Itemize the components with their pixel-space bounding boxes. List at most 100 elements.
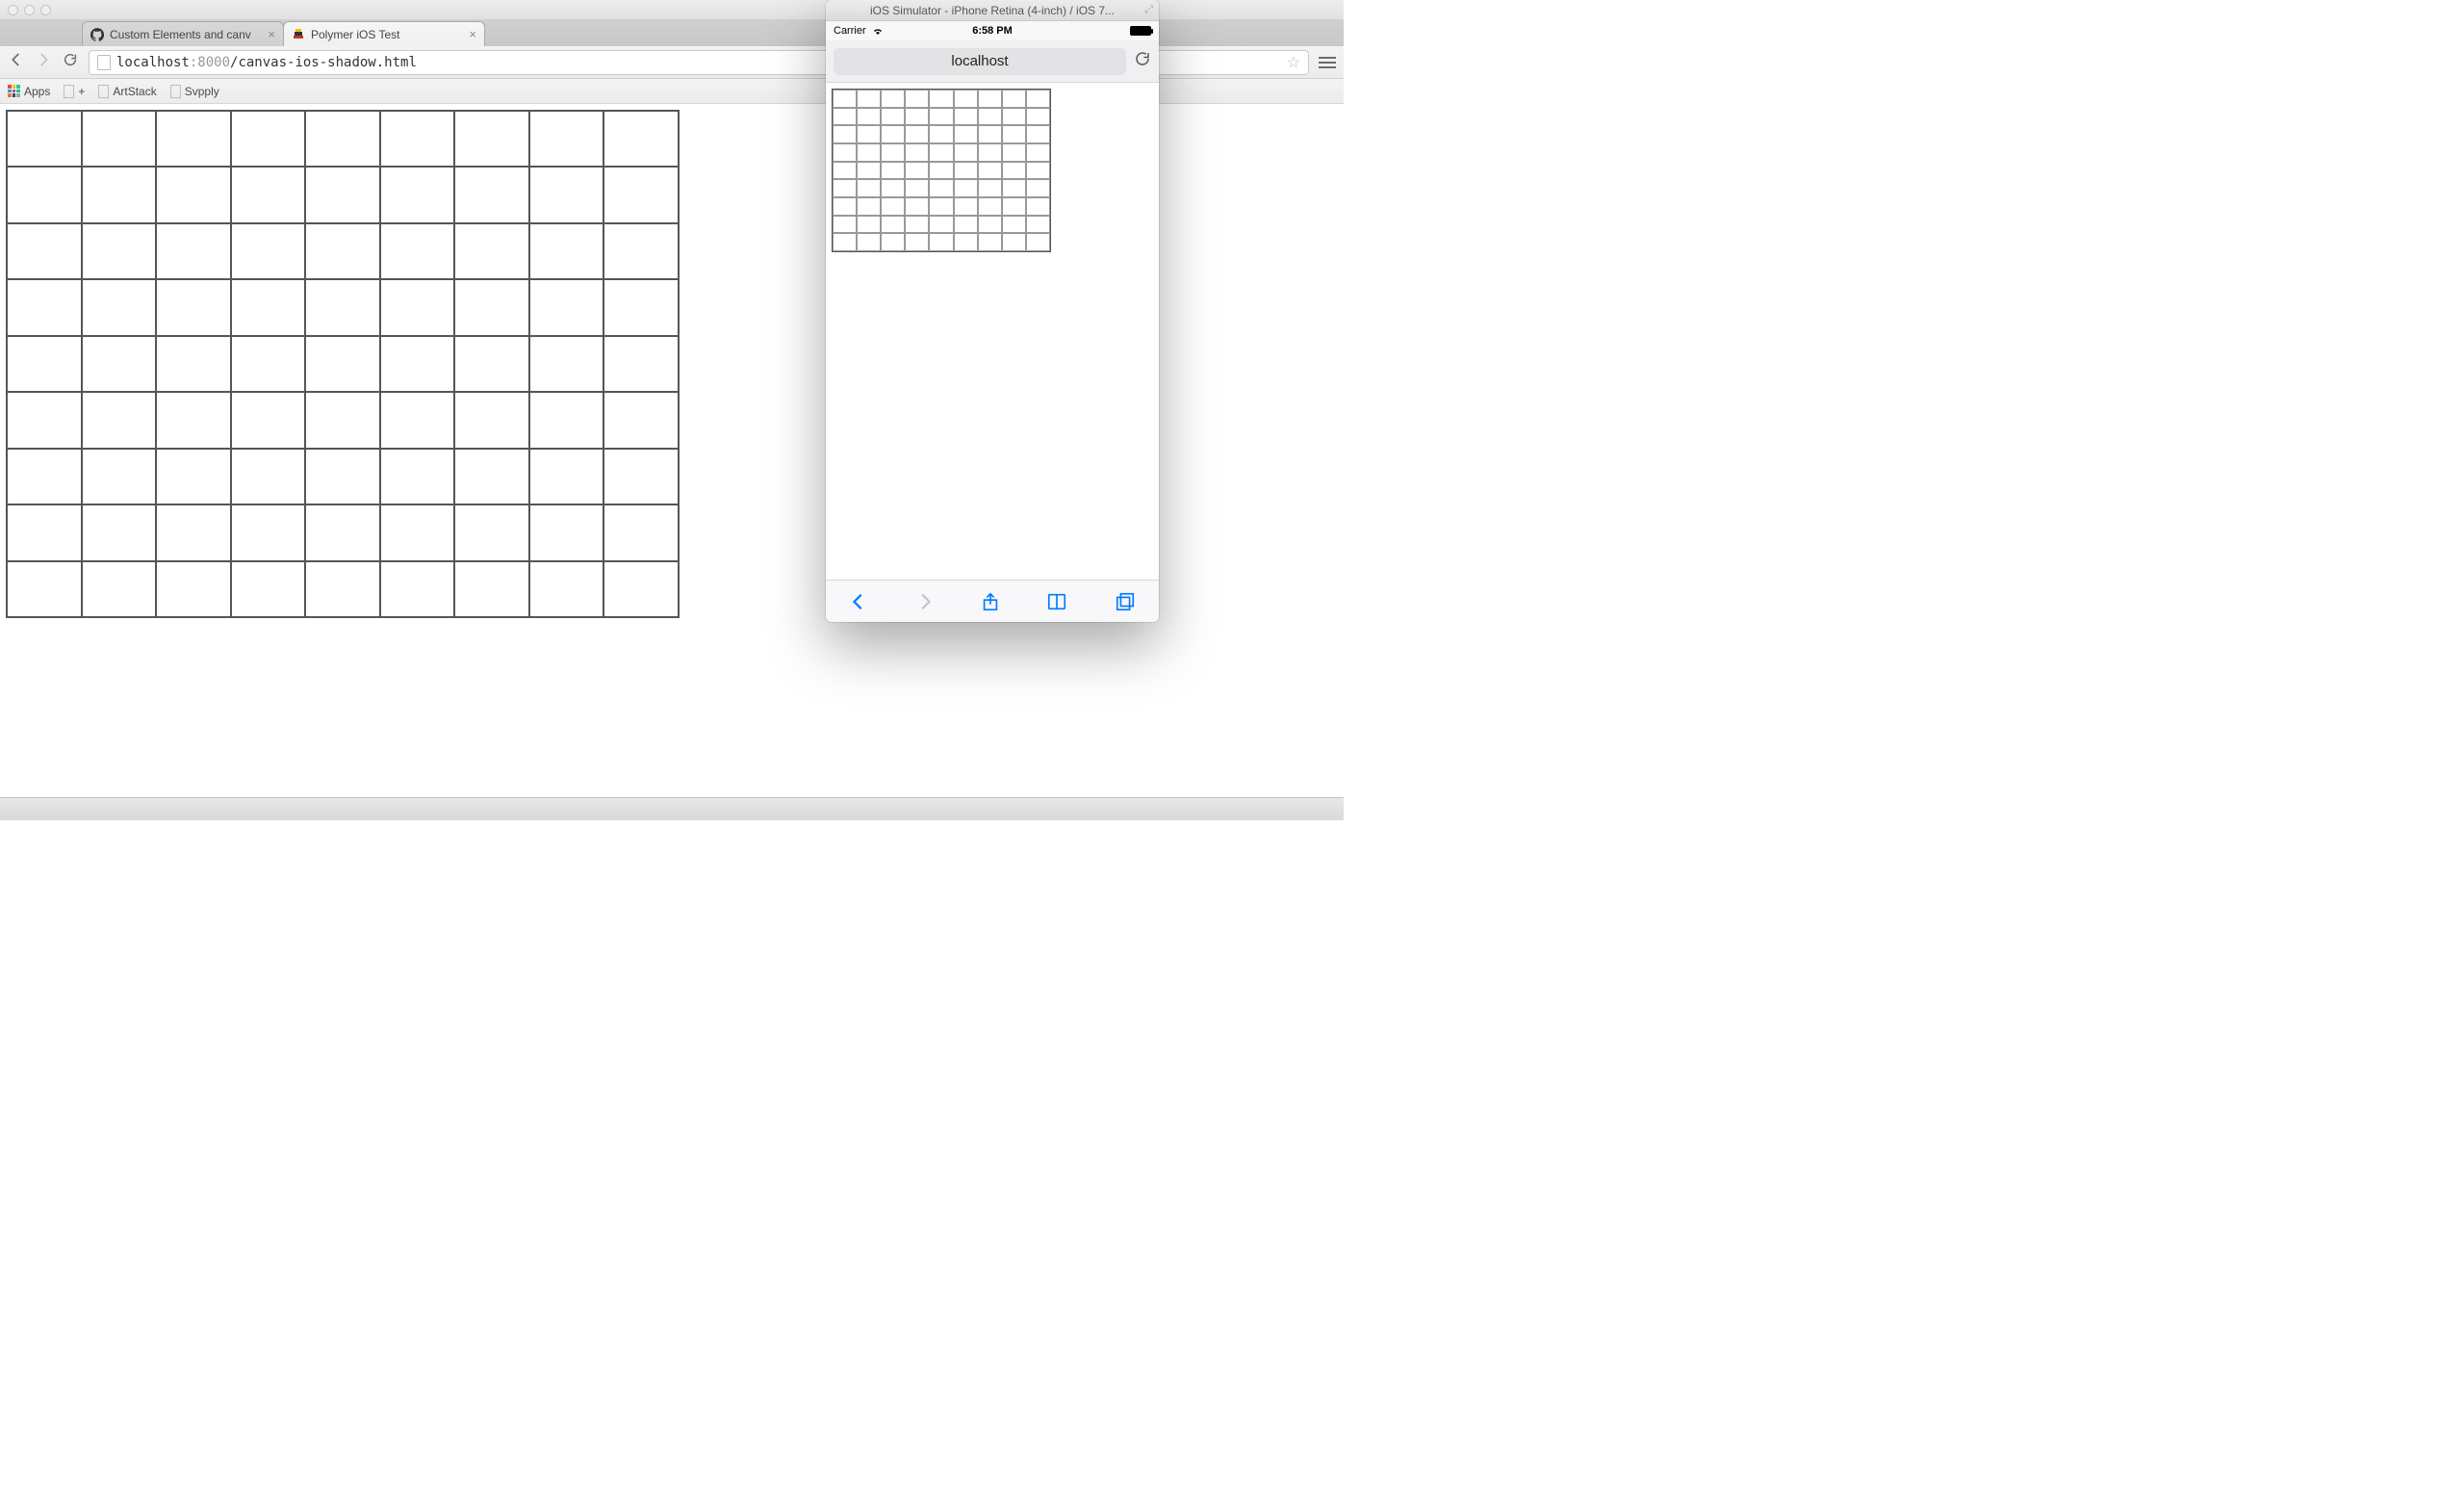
grid-cell bbox=[954, 108, 978, 126]
grid-cell bbox=[905, 90, 929, 108]
bookmark-item[interactable]: + bbox=[64, 85, 85, 98]
safari-url-text: localhost bbox=[951, 53, 1008, 69]
canvas-grid bbox=[832, 89, 1051, 252]
bookmark-item[interactable]: Svpply bbox=[170, 85, 219, 98]
safari-viewport bbox=[826, 83, 1159, 580]
grid-cell bbox=[905, 233, 929, 251]
safari-url-field[interactable]: localhost bbox=[834, 48, 1126, 75]
grid-cell bbox=[529, 504, 604, 560]
grid-cell bbox=[978, 179, 1002, 197]
safari-reload-icon[interactable] bbox=[1134, 50, 1151, 72]
grid-cell bbox=[929, 90, 953, 108]
grid-cell bbox=[857, 90, 881, 108]
expand-icon[interactable]: ⤢ bbox=[1144, 4, 1153, 16]
ios-status-bar: Carrier 6:58 PM bbox=[826, 21, 1159, 40]
traffic-zoom-icon[interactable] bbox=[40, 5, 51, 15]
grid-cell bbox=[881, 179, 905, 197]
close-icon[interactable]: × bbox=[268, 27, 275, 41]
grid-cell bbox=[305, 504, 380, 560]
grid-cell bbox=[954, 162, 978, 180]
grid-cell bbox=[82, 223, 157, 279]
close-icon[interactable]: × bbox=[469, 27, 476, 41]
grid-cell bbox=[82, 561, 157, 617]
grid-cell bbox=[231, 392, 306, 448]
grid-cell bbox=[905, 216, 929, 234]
grid-cell bbox=[929, 108, 953, 126]
apps-button[interactable]: Apps bbox=[8, 85, 50, 98]
grid-cell bbox=[156, 504, 231, 560]
tab-github[interactable]: Custom Elements and canv × bbox=[82, 21, 284, 46]
grid-cell bbox=[529, 336, 604, 392]
grid-cell bbox=[380, 561, 455, 617]
grid-cell bbox=[603, 392, 679, 448]
safari-toolbar bbox=[826, 580, 1159, 622]
grid-cell bbox=[929, 179, 953, 197]
grid-cell bbox=[833, 108, 857, 126]
grid-cell bbox=[1026, 125, 1050, 143]
traffic-minimize-icon[interactable] bbox=[24, 5, 35, 15]
grid-cell bbox=[380, 111, 455, 167]
safari-forward-icon[interactable] bbox=[914, 591, 936, 612]
grid-cell bbox=[905, 108, 929, 126]
grid-cell bbox=[881, 197, 905, 216]
grid-cell bbox=[231, 111, 306, 167]
mac-bottom-bar bbox=[0, 797, 1344, 820]
grid-cell bbox=[833, 90, 857, 108]
grid-cell bbox=[905, 162, 929, 180]
grid-cell bbox=[978, 125, 1002, 143]
grid-cell bbox=[7, 336, 82, 392]
grid-cell bbox=[1026, 216, 1050, 234]
safari-back-icon[interactable] bbox=[848, 591, 869, 612]
chrome-menu-icon[interactable] bbox=[1319, 57, 1336, 68]
grid-cell bbox=[1002, 90, 1026, 108]
traffic-close-icon[interactable] bbox=[8, 5, 18, 15]
grid-cell bbox=[231, 167, 306, 222]
grid-cell bbox=[1002, 125, 1026, 143]
safari-share-icon[interactable] bbox=[980, 591, 1001, 612]
grid-cell bbox=[905, 125, 929, 143]
grid-cell bbox=[1026, 143, 1050, 162]
grid-cell bbox=[7, 111, 82, 167]
grid-cell bbox=[954, 216, 978, 234]
grid-cell bbox=[231, 223, 306, 279]
page-icon bbox=[170, 85, 181, 98]
grid-cell bbox=[454, 449, 529, 504]
tab-polymer[interactable]: Polymer iOS Test × bbox=[283, 21, 485, 46]
page-icon bbox=[64, 85, 74, 98]
reload-button[interactable] bbox=[62, 52, 79, 72]
grid-cell bbox=[305, 279, 380, 335]
grid-cell bbox=[954, 233, 978, 251]
ios-simulator-window: iOS Simulator - iPhone Retina (4-inch) /… bbox=[826, 0, 1159, 622]
safari-tabs-icon[interactable] bbox=[1114, 591, 1137, 612]
grid-cell bbox=[454, 111, 529, 167]
grid-cell bbox=[857, 197, 881, 216]
grid-cell bbox=[231, 561, 306, 617]
bookmark-item[interactable]: ArtStack bbox=[98, 85, 156, 98]
grid-cell bbox=[454, 504, 529, 560]
grid-cell bbox=[833, 125, 857, 143]
star-icon[interactable]: ☆ bbox=[1287, 53, 1300, 72]
bookmark-label: ArtStack bbox=[113, 85, 156, 98]
apps-label: Apps bbox=[24, 85, 50, 98]
grid-cell bbox=[1026, 233, 1050, 251]
wifi-icon bbox=[872, 25, 884, 37]
grid-cell bbox=[833, 216, 857, 234]
grid-cell bbox=[7, 167, 82, 222]
grid-cell bbox=[380, 336, 455, 392]
back-button[interactable] bbox=[8, 51, 25, 73]
grid-cell bbox=[857, 162, 881, 180]
grid-cell bbox=[529, 279, 604, 335]
safari-address-bar: localhost bbox=[826, 40, 1159, 83]
simulator-titlebar[interactable]: iOS Simulator - iPhone Retina (4-inch) /… bbox=[826, 0, 1159, 21]
grid-cell bbox=[881, 108, 905, 126]
grid-cell bbox=[1002, 162, 1026, 180]
forward-button[interactable] bbox=[35, 51, 52, 73]
safari-bookmarks-icon[interactable] bbox=[1045, 591, 1068, 612]
grid-cell bbox=[1026, 197, 1050, 216]
clock-label: 6:58 PM bbox=[972, 25, 1013, 37]
grid-cell bbox=[529, 561, 604, 617]
grid-cell bbox=[833, 233, 857, 251]
grid-cell bbox=[529, 392, 604, 448]
grid-cell bbox=[305, 167, 380, 222]
simulator-title: iOS Simulator - iPhone Retina (4-inch) /… bbox=[870, 4, 1115, 17]
